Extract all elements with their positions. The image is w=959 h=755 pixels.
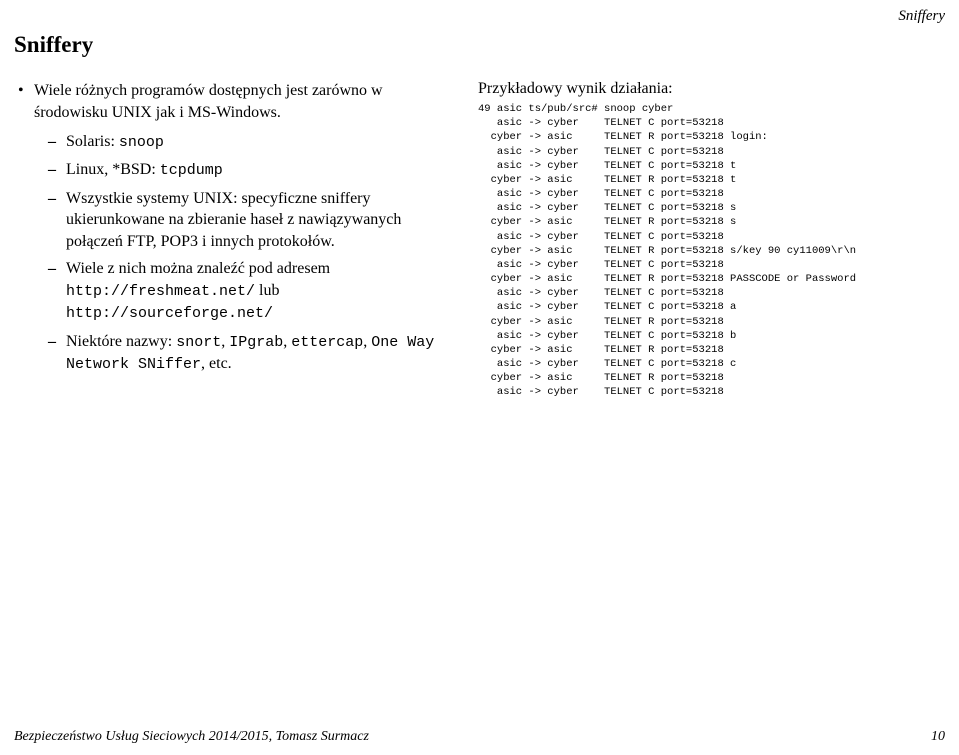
mono-text: http://freshmeat.net/ xyxy=(66,283,255,300)
right-paragraph: Przykładowy wynik działania: xyxy=(478,80,945,98)
list-text-prefix: Linux, *BSD: xyxy=(66,161,160,178)
list-text-prefix: Solaris: xyxy=(66,133,119,150)
list-text: Wiele różnych programów dostępnych jest … xyxy=(34,82,383,121)
list-item: Wszystkie systemy UNIX: specyficzne snif… xyxy=(34,188,454,253)
list-text: , etc. xyxy=(201,355,232,372)
right-column: Przykładowy wynik działania: 49 asic ts/… xyxy=(478,80,945,400)
list-item: Solaris: snoop xyxy=(34,131,454,153)
list-text: , xyxy=(221,333,229,350)
list-item-top: Wiele różnych programów dostępnych jest … xyxy=(14,80,454,375)
list-item: Linux, *BSD: tcpdump xyxy=(34,159,454,181)
mono-text: snoop xyxy=(119,134,164,151)
bullet-list: Wiele różnych programów dostępnych jest … xyxy=(14,80,454,375)
mono-text: http://sourceforge.net/ xyxy=(66,305,273,322)
list-item: Wiele z nich można znaleźć pod adresem h… xyxy=(34,258,454,324)
list-text: Wiele z nich można znaleźć pod adresem xyxy=(66,260,330,277)
mono-text: snort xyxy=(176,334,221,351)
list-item: Niektóre nazwy: snort, IPgrab, ettercap,… xyxy=(34,331,454,376)
dash-list: Solaris: snoop Linux, *BSD: tcpdump Wszy… xyxy=(34,131,454,375)
list-text: lub xyxy=(255,282,279,299)
mono-text: tcpdump xyxy=(160,162,223,179)
footer: Bezpieczeństwo Usług Sieciowych 2014/201… xyxy=(14,729,945,745)
page-title: Sniffery xyxy=(14,32,93,58)
left-column: Wiele różnych programów dostępnych jest … xyxy=(14,80,454,400)
list-text: Niektóre nazwy: xyxy=(66,333,176,350)
footer-page-number: 10 xyxy=(931,729,945,745)
content-row: Wiele różnych programów dostępnych jest … xyxy=(14,80,945,400)
mono-text: IPgrab xyxy=(229,334,283,351)
header-section: Sniffery xyxy=(898,8,945,25)
code-block: 49 asic ts/pub/src# snoop cyber asic -> … xyxy=(478,102,945,400)
mono-text: ettercap xyxy=(291,334,363,351)
list-text-prefix: Wszystkie systemy UNIX: specyficzne snif… xyxy=(66,190,401,250)
footer-left: Bezpieczeństwo Usług Sieciowych 2014/201… xyxy=(14,729,369,745)
